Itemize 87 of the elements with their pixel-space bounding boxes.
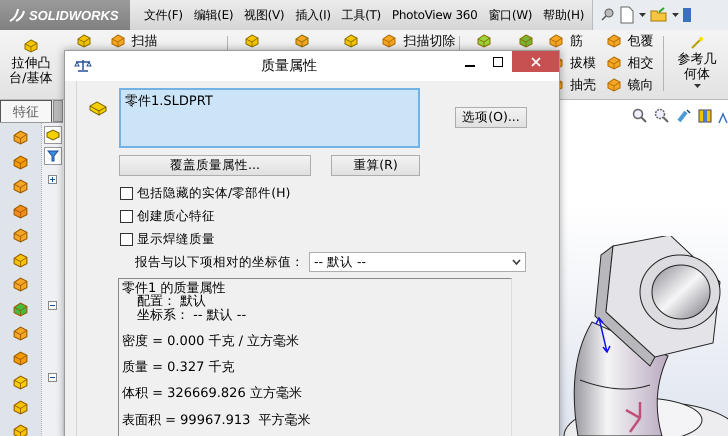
feature-icon[interactable] <box>343 33 360 49</box>
feature-icon[interactable] <box>606 32 622 48</box>
ribbon-button[interactable]: 筋 <box>546 30 604 51</box>
feature-icon[interactable] <box>476 33 492 49</box>
selection-list[interactable]: 零件1.SLDPRT <box>119 88 420 148</box>
caret-icon <box>694 84 701 88</box>
feature-icon[interactable] <box>12 227 30 244</box>
caret-icon[interactable] <box>672 13 680 17</box>
collapse-icon[interactable] <box>48 373 58 382</box>
expand-icon[interactable] <box>48 175 58 184</box>
feature-icon[interactable] <box>606 54 622 70</box>
feature-icon[interactable] <box>22 38 39 54</box>
report-line: 表面积 = 99967.913 平方毫米 <box>122 414 312 428</box>
filter-icon <box>46 150 59 162</box>
ds-logo-icon <box>8 7 26 23</box>
menu-item[interactable]: 帮助(H) <box>543 6 584 24</box>
new-document-icon[interactable] <box>619 6 636 24</box>
feature-icon[interactable] <box>12 300 30 318</box>
scale-icon <box>74 58 92 72</box>
feature-icon[interactable] <box>12 202 30 220</box>
app-logo: SOLIDWORKS <box>29 8 119 22</box>
report-title: 零件1 的质量属性 <box>122 282 226 296</box>
feature-icon[interactable] <box>12 374 30 391</box>
checkbox-label[interactable]: 包括隐藏的实体/零部件(H) <box>137 185 290 202</box>
feature-icon[interactable] <box>12 154 30 170</box>
report-line: 体积 = 326669.826 立方毫米 <box>122 387 303 401</box>
caret-icon[interactable] <box>639 13 646 17</box>
report-line: 质量 = 0.327 千克 <box>122 361 236 374</box>
menu-item[interactable]: 插入(I) <box>295 6 331 24</box>
menu-item[interactable]: 文件(F) <box>144 6 183 24</box>
feature-icon[interactable] <box>12 276 30 293</box>
part-icon <box>89 100 107 116</box>
checkbox[interactable] <box>120 233 133 246</box>
options-button[interactable]: 选项(O)... <box>455 107 527 128</box>
dialog-title: 质量属性 <box>260 57 318 76</box>
report-line: 密度 = 0.000 千克 / 立方毫米 <box>122 334 300 348</box>
checkbox[interactable] <box>120 210 133 223</box>
feature-icon[interactable] <box>76 33 92 49</box>
reference-geometry-button[interactable]: 参考几何体 <box>666 30 728 99</box>
checkbox-label[interactable]: 创建质心特征 <box>137 208 215 225</box>
checkbox-label[interactable]: 显示焊缝质量 <box>137 231 215 248</box>
axis-icon <box>690 36 704 50</box>
feature-icon[interactable] <box>244 33 260 49</box>
feature-icon[interactable] <box>12 252 30 268</box>
checkbox[interactable] <box>120 187 133 200</box>
menu-item[interactable]: 工具(T) <box>342 6 381 24</box>
feature-icon[interactable] <box>294 33 310 49</box>
ribbon-button[interactable]: 包覆 <box>604 30 662 51</box>
feature-icon[interactable] <box>12 350 30 366</box>
report-line: 坐标系： -- 默认 -- <box>136 308 248 322</box>
feature-icon[interactable] <box>110 32 126 48</box>
menu-item[interactable]: 视图(V) <box>244 6 284 24</box>
filter-button[interactable] <box>44 147 62 165</box>
coordinate-label: 报告与以下项相对的坐标值： <box>135 254 305 270</box>
collapse-icon[interactable] <box>48 301 58 310</box>
extrude-boss-button[interactable]: 拉伸凸台/基体 <box>0 30 62 99</box>
ribbon-button[interactable]: 镜向 <box>604 74 662 95</box>
menu-item[interactable]: 窗口(W) <box>488 6 532 24</box>
feature-icon[interactable] <box>12 129 30 146</box>
menu-item[interactable]: 编辑(E) <box>194 6 234 24</box>
ribbon-button[interactable]: 相交 <box>604 52 662 73</box>
part-tab[interactable] <box>44 126 62 144</box>
coordinate-dropdown[interactable]: -- 默认 -- <box>309 252 526 272</box>
feature-icon[interactable] <box>518 33 534 49</box>
close-button[interactable] <box>512 51 559 72</box>
feature-icon[interactable] <box>606 76 622 92</box>
report-line: 配置： 默认 <box>136 295 206 309</box>
zoom-icon[interactable] <box>654 108 670 124</box>
recalculate-button[interactable]: 重算(R) <box>331 155 420 176</box>
feature-icon[interactable] <box>12 423 30 436</box>
minimize-icon <box>465 65 475 67</box>
maximize-icon <box>493 57 503 67</box>
feature-icon[interactable] <box>548 32 564 48</box>
feature-icon[interactable] <box>381 32 398 48</box>
panel-tab[interactable]: 特征 <box>0 100 52 122</box>
part-icon <box>46 129 60 141</box>
feature-icon[interactable] <box>12 178 30 195</box>
view-icon[interactable] <box>676 108 692 124</box>
selected-part[interactable]: 零件1.SLDPRT <box>125 94 213 109</box>
chevron-down-icon <box>512 259 521 265</box>
close-icon <box>530 56 540 66</box>
menu-item[interactable]: PhotoView 360 <box>392 8 478 22</box>
section-view-icon[interactable] <box>698 108 712 124</box>
zoom-icon[interactable] <box>632 108 648 124</box>
feature-icon[interactable] <box>12 325 30 342</box>
feature-icon[interactable] <box>12 398 30 416</box>
override-mass-button[interactable]: 覆盖质量属性... <box>119 155 311 176</box>
